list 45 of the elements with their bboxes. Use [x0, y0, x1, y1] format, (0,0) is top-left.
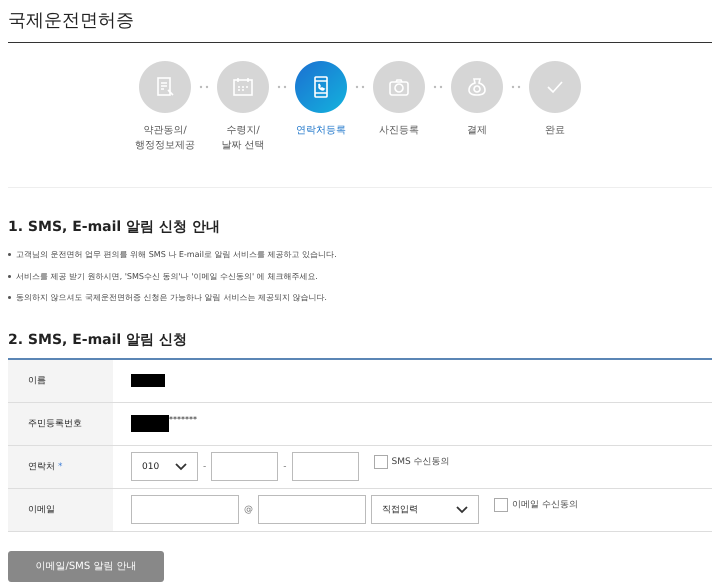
phone-input[interactable]: [211, 452, 278, 481]
step-connector: [512, 86, 520, 88]
step-connector: [200, 86, 208, 88]
step-label: 결제: [467, 124, 487, 138]
step-label: 완료: [545, 124, 565, 138]
domain-dropdown[interactable]: 직접입력: [371, 495, 479, 524]
bullet-dot: [8, 296, 11, 300]
step-label: 수령지/ 날짜 선택: [221, 124, 265, 153]
info-text: 고객님의 운전면허 업무 편의를 위해 SMS 나 E-mail로 알림 서비스를 제공하고 있습니다.: [16, 249, 337, 261]
bullet-dot: [8, 274, 11, 278]
info-text: 서비스를 제공 받기 원하시면, 'SMS수신 동의'나 '이메일 수신동의' 에 체크해주세요.: [16, 270, 318, 282]
field-label: 주민등록번호: [28, 418, 82, 430]
field-label: 연락처: [28, 461, 55, 473]
checkbox-label: SMS 수신동의: [392, 456, 450, 468]
email-domain-input[interactable]: [258, 495, 366, 524]
step-connector: [278, 86, 286, 88]
checkbox[interactable]: [374, 454, 388, 468]
masked-text: *******: [169, 414, 197, 424]
checkbox-label: 이메일 수신동의: [512, 498, 578, 510]
field-label: 이메일: [28, 504, 55, 516]
separator-text: -: [283, 462, 286, 472]
section-heading: 2. SMS, E-mail 알림 신청: [8, 330, 712, 360]
field-label: 이름: [28, 375, 46, 387]
bullet-dot: [8, 253, 11, 256]
notification-info-button[interactable]: 이메일/SMS 알림 안내: [8, 550, 164, 582]
step-label: 사진등록: [379, 124, 419, 138]
chevron-down-icon: [175, 462, 187, 470]
email-input[interactable]: [131, 495, 239, 524]
step-connector: [356, 86, 364, 88]
calendar-icon: [231, 75, 255, 99]
checkbox[interactable]: [494, 498, 508, 512]
chevron-down-icon: [456, 506, 468, 514]
page-title: 국제운전면허증: [8, 0, 712, 43]
section-heading: 1. SMS, E-mail 알림 신청 안내: [8, 218, 221, 236]
step-label: 연락처등록: [296, 124, 346, 138]
redaction-mark: [131, 415, 169, 432]
required-mark: *: [58, 462, 62, 472]
at-sign-text: @: [244, 504, 253, 514]
info-text: 동의하지 않으셔도 국제운전면허증 신청은 가능하나 알림 서비스는 제공되지 않습니다.: [16, 292, 327, 304]
phone-input[interactable]: [292, 452, 358, 481]
step-label: 약관동의/ 행정정보제공: [135, 124, 195, 153]
redaction-mark: [131, 374, 165, 387]
separator-text: -: [203, 462, 206, 472]
step-connector: [434, 86, 442, 88]
area-code-dropdown[interactable]: 010: [131, 452, 198, 481]
